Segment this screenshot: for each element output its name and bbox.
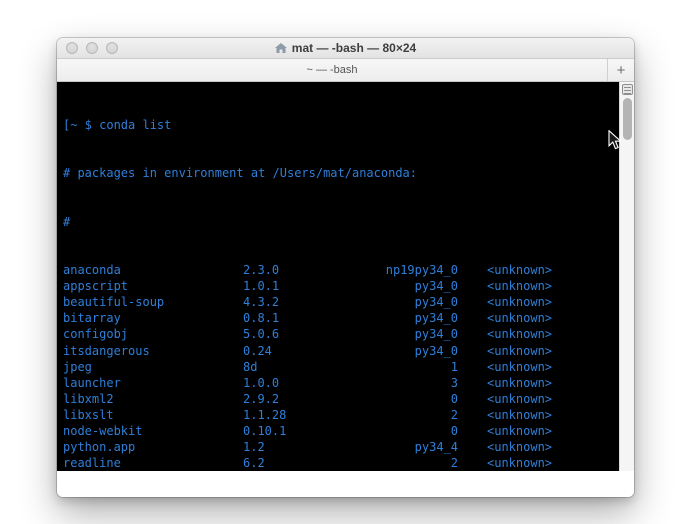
tab-bar: ~ — -bash + — [57, 59, 634, 82]
package-channel: <unknown> — [487, 295, 553, 310]
package-row: bitarray 0.8.1 py34_0 <unknown> — [63, 310, 612, 326]
package-row: jpeg 8d 1 <unknown> — [63, 359, 612, 375]
package-build: py34_0 — [414, 295, 458, 310]
package-channel: <unknown> — [487, 359, 553, 374]
package-version: 2.9.2 — [243, 391, 280, 406]
package-version: 8d — [243, 359, 258, 374]
package-channel: <unknown> — [487, 423, 553, 438]
package-channel: <unknown> — [487, 375, 553, 390]
package-build: 0 — [450, 423, 458, 438]
terminal-content[interactable]: [~ $ conda list # packages in environmen… — [57, 82, 634, 471]
package-row: configobj 5.0.6 py34_0 <unknown> — [63, 326, 612, 342]
scrollback-marker-icon — [622, 84, 633, 95]
package-name: python.app — [63, 440, 136, 455]
package-channel: <unknown> — [487, 279, 553, 294]
package-build: py34_4 — [414, 440, 458, 455]
package-channel: <unknown> — [487, 391, 553, 406]
package-build: 0 — [450, 391, 458, 406]
package-channel: <unknown> — [487, 456, 553, 471]
package-row: node-webkit 0.10.1 0 <unknown> — [63, 423, 612, 439]
package-version: 1.0.0 — [243, 375, 280, 390]
package-row: readline 6.2 2 <unknown> — [63, 455, 612, 471]
package-version: 2.3.0 — [243, 263, 280, 278]
package-version: 1.0.1 — [243, 279, 280, 294]
package-name: bitarray — [63, 311, 121, 326]
package-build: py34_0 — [414, 327, 458, 342]
package-name: beautiful-soup — [63, 295, 165, 310]
package-version: 0.24 — [243, 343, 272, 358]
package-name: launcher — [63, 375, 121, 390]
scrollbar-thumb[interactable] — [623, 98, 632, 140]
package-version: 1.1.28 — [243, 407, 287, 422]
scrollbar[interactable] — [619, 82, 634, 471]
package-row: launcher 1.0.0 3 <unknown> — [63, 375, 612, 391]
package-row: libxml2 2.9.2 0 <unknown> — [63, 391, 612, 407]
package-name: itsdangerous — [63, 343, 150, 358]
package-build: 1 — [450, 359, 458, 374]
terminal-window: mat — -bash — 80×24 ~ — -bash + [~ $ con… — [57, 38, 634, 497]
package-name: readline — [63, 456, 121, 471]
titlebar[interactable]: mat — -bash — 80×24 — [57, 38, 634, 59]
tab-title: ~ — -bash — [306, 64, 358, 76]
package-build: py34_0 — [414, 279, 458, 294]
package-version: 0.10.1 — [243, 423, 287, 438]
prompt-line: [~ $ conda list — [63, 118, 172, 133]
package-version: 0.8.1 — [243, 311, 280, 326]
package-version: 1.2 — [243, 440, 265, 455]
package-channel: <unknown> — [487, 311, 553, 326]
traffic-lights — [66, 38, 118, 58]
package-version: 4.3.2 — [243, 295, 280, 310]
home-icon — [274, 42, 287, 54]
comment-line: # — [63, 214, 71, 229]
zoom-button[interactable] — [106, 42, 118, 54]
close-button[interactable] — [66, 42, 78, 54]
package-build: 2 — [450, 407, 458, 422]
package-build: 3 — [450, 375, 458, 390]
package-row: beautiful-soup 4.3.2 py34_0 <unknown> — [63, 294, 612, 310]
package-row: libxslt 1.1.28 2 <unknown> — [63, 407, 612, 423]
package-channel: <unknown> — [487, 327, 553, 342]
package-row: appscript 1.0.1 py34_0 <unknown> — [63, 278, 612, 294]
package-channel: <unknown> — [487, 263, 553, 278]
package-name: jpeg — [63, 359, 92, 374]
package-channel: <unknown> — [487, 343, 553, 358]
tab-bash[interactable]: ~ — -bash — [57, 59, 607, 81]
package-channel: <unknown> — [487, 407, 553, 422]
window-bottom-strip — [57, 471, 634, 497]
package-name: appscript — [63, 279, 129, 294]
minimize-button[interactable] — [86, 42, 98, 54]
package-row: anaconda 2.3.0 np19py34_0 <unknown> — [63, 262, 612, 278]
package-version: 6.2 — [243, 456, 265, 471]
package-version: 5.0.6 — [243, 327, 280, 342]
package-build: 2 — [450, 456, 458, 471]
new-tab-button[interactable]: + — [607, 59, 634, 81]
package-name: node-webkit — [63, 423, 143, 438]
package-channel: <unknown> — [487, 440, 553, 455]
package-name: libxml2 — [63, 391, 114, 406]
package-name: anaconda — [63, 263, 121, 278]
env-header-line: # packages in environment at /Users/mat/… — [63, 166, 418, 181]
package-name: configobj — [63, 327, 129, 342]
package-build: py34_0 — [414, 311, 458, 326]
package-build: np19py34_0 — [385, 263, 458, 278]
package-build: py34_0 — [414, 343, 458, 358]
window-title: mat — -bash — 80×24 — [291, 41, 417, 55]
package-row: itsdangerous 0.24 py34_0 <unknown> — [63, 343, 612, 359]
package-name: libxslt — [63, 407, 114, 422]
package-list: anaconda 2.3.0 np19py34_0 <unknown> apps… — [63, 262, 612, 471]
package-row: python.app 1.2 py34_4 <unknown> — [63, 439, 612, 455]
